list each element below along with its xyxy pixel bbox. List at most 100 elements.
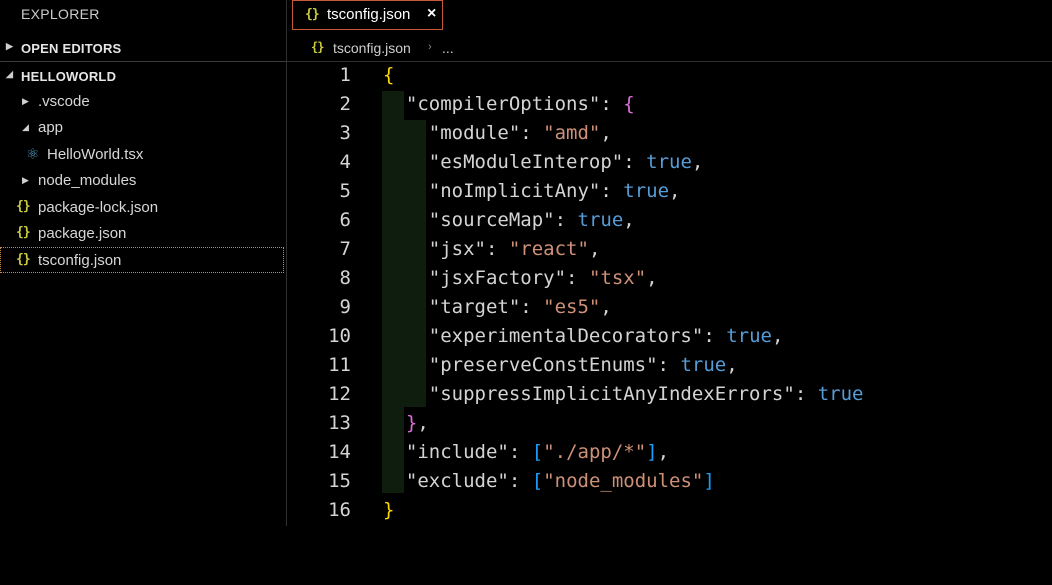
line-number: 8	[339, 267, 351, 289]
tree-item-package-lock-json[interactable]: {} package-lock.json	[0, 195, 284, 221]
token: :	[554, 209, 578, 231]
tree-item-label: app	[38, 119, 64, 136]
line-number: 10	[328, 325, 351, 347]
close-icon[interactable]: ×	[427, 5, 436, 23]
token: {	[623, 93, 635, 115]
open-editors-label: OPEN EDITORS	[21, 41, 122, 56]
token: "compilerOptions"	[405, 93, 601, 115]
open-editors-section[interactable]: ▶ OPEN EDITORS	[0, 35, 286, 61]
tree-item-label: node_modules	[38, 172, 137, 189]
token: "experimentalDecorators"	[428, 325, 704, 347]
token: "preserveConstEnums"	[428, 354, 658, 376]
token: :	[520, 122, 544, 144]
token: ,	[600, 122, 612, 144]
token: "include"	[405, 441, 509, 463]
token: ,	[726, 354, 738, 376]
token: "jsx"	[428, 238, 486, 260]
json-icon: {}	[305, 7, 320, 22]
breadcrumb-file[interactable]: tsconfig.json	[333, 40, 411, 56]
token: [	[531, 441, 544, 463]
tree-item-vscode[interactable]: ▶ .vscode	[0, 89, 284, 115]
line-number: 1	[339, 64, 351, 86]
token: "esModuleInterop"	[428, 151, 624, 173]
token: :	[794, 383, 818, 405]
line-number: 12	[328, 383, 351, 405]
json-icon: {}	[16, 199, 31, 214]
code-line: 10 "experimentalDecorators": true,	[287, 323, 1052, 352]
chevron-right-icon: ›	[428, 41, 432, 53]
project-section[interactable]: ◢ HELLOWORLD	[0, 63, 286, 89]
token: }	[405, 412, 418, 434]
code-editor[interactable]: 1 { 2 "compilerOptions": { 3 "module": "…	[287, 62, 1052, 526]
code-line: 1 {	[287, 62, 1052, 91]
tree-item-tsconfig-json[interactable]: {} tsconfig.json	[0, 247, 284, 273]
code-line: 9 "target": "es5",	[287, 294, 1052, 323]
token: true	[817, 383, 864, 405]
code-line: 16 }	[287, 497, 1052, 526]
tree-item-label: package.json	[38, 225, 127, 242]
chevron-right-icon: ▶	[6, 41, 14, 51]
tree-item-app[interactable]: ◢ app	[0, 115, 284, 141]
line-number: 9	[339, 296, 351, 318]
token: :	[623, 151, 647, 173]
line-number: 5	[339, 180, 351, 202]
chevron-down-icon: ◢	[22, 122, 29, 132]
token: "./app/*"	[543, 441, 647, 463]
token: ]	[646, 441, 658, 463]
tab-bar: {} tsconfig.json ×	[287, 0, 1052, 35]
breadcrumb-more[interactable]: ...	[442, 40, 454, 56]
token: ,	[657, 441, 670, 463]
line-number: 3	[339, 122, 351, 144]
code-line: 11 "preserveConstEnums": true,	[287, 352, 1052, 381]
line-number: 13	[328, 412, 351, 434]
code-line: 13 },	[287, 410, 1052, 439]
token: ,	[623, 209, 635, 231]
explorer-title: EXPLORER	[21, 6, 100, 22]
line-number: 7	[339, 238, 351, 260]
code-line: 5 "noImplicitAny": true,	[287, 178, 1052, 207]
section-divider	[0, 61, 286, 62]
token: ,	[646, 267, 658, 289]
token: "jsxFactory"	[428, 267, 567, 289]
code-line: 2 "compilerOptions": {	[287, 91, 1052, 120]
token: "suppressImplicitAnyIndexErrors"	[428, 383, 795, 405]
tree-item-label: package-lock.json	[38, 199, 159, 216]
explorer-sidebar: EXPLORER ▶ OPEN EDITORS ◢ HELLOWORLD ▶ .…	[0, 0, 287, 526]
line-number: 6	[339, 209, 351, 231]
token: "exclude"	[405, 470, 509, 492]
project-label: HELLOWORLD	[21, 69, 117, 84]
line-number: 11	[328, 354, 351, 376]
tree-item-node-modules[interactable]: ▶ node_modules	[0, 168, 284, 194]
token: }	[383, 499, 395, 521]
token: :	[657, 354, 681, 376]
tree-item-label: HelloWorld.tsx	[47, 146, 144, 163]
line-number: 15	[328, 470, 351, 492]
chevron-right-icon: ▶	[22, 96, 29, 106]
token: "react"	[508, 238, 589, 260]
tree-item-label: tsconfig.json	[38, 252, 122, 269]
token: ,	[600, 296, 612, 318]
chevron-right-icon: ▶	[22, 175, 29, 185]
code-line: 4 "esModuleInterop": true,	[287, 149, 1052, 178]
token: :	[600, 180, 624, 202]
token: :	[508, 441, 532, 463]
token: ,	[588, 238, 601, 260]
token: {	[383, 64, 395, 86]
token: :	[600, 93, 624, 115]
token: :	[508, 470, 532, 492]
token: true	[680, 354, 727, 376]
tab-tsconfig-json[interactable]: {} tsconfig.json ×	[292, 0, 443, 30]
line-number: 2	[339, 93, 351, 115]
tab-label: tsconfig.json	[327, 6, 411, 23]
tree-item-helloworld-tsx[interactable]: ⚛ HelloWorld.tsx	[0, 142, 284, 168]
token: true	[577, 209, 624, 231]
token: "node_modules"	[543, 470, 704, 492]
json-icon: {}	[16, 252, 31, 267]
code-line: 3 "module": "amd",	[287, 120, 1052, 149]
json-icon: {}	[16, 225, 31, 240]
token: "sourceMap"	[428, 209, 555, 231]
breadcrumb: {} tsconfig.json › ...	[287, 36, 1052, 60]
line-number: 16	[328, 499, 351, 521]
code-line: 7 "jsx": "react",	[287, 236, 1052, 265]
tree-item-package-json[interactable]: {} package.json	[0, 221, 284, 247]
